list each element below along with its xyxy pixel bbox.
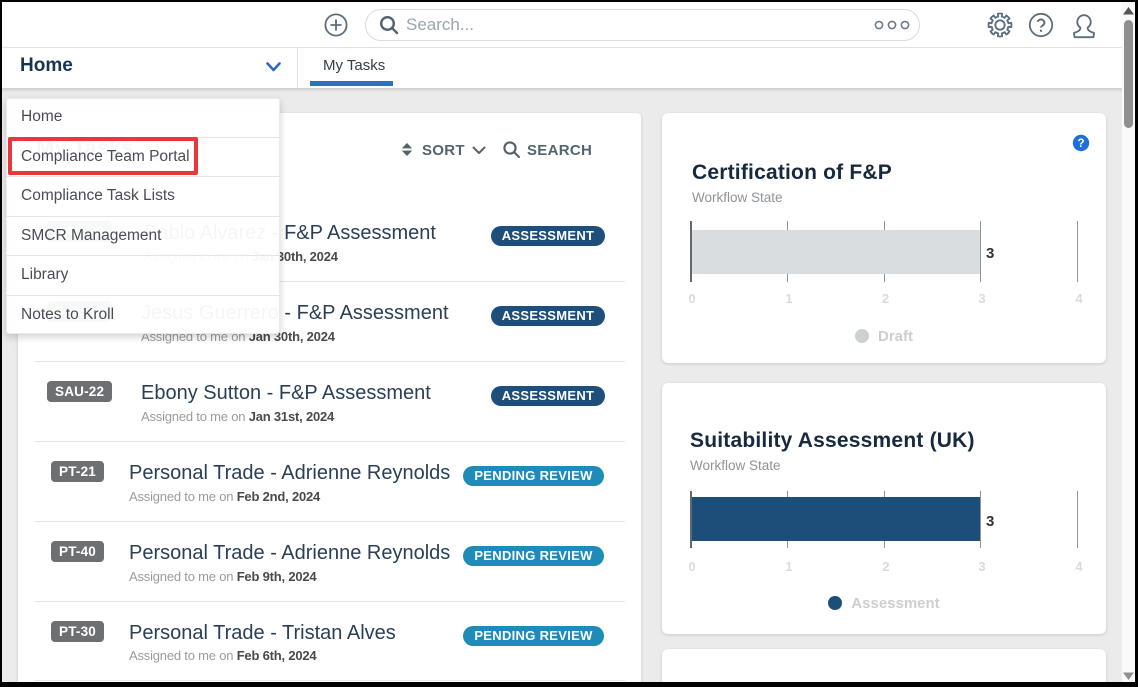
- svg-text:?: ?: [1077, 138, 1084, 150]
